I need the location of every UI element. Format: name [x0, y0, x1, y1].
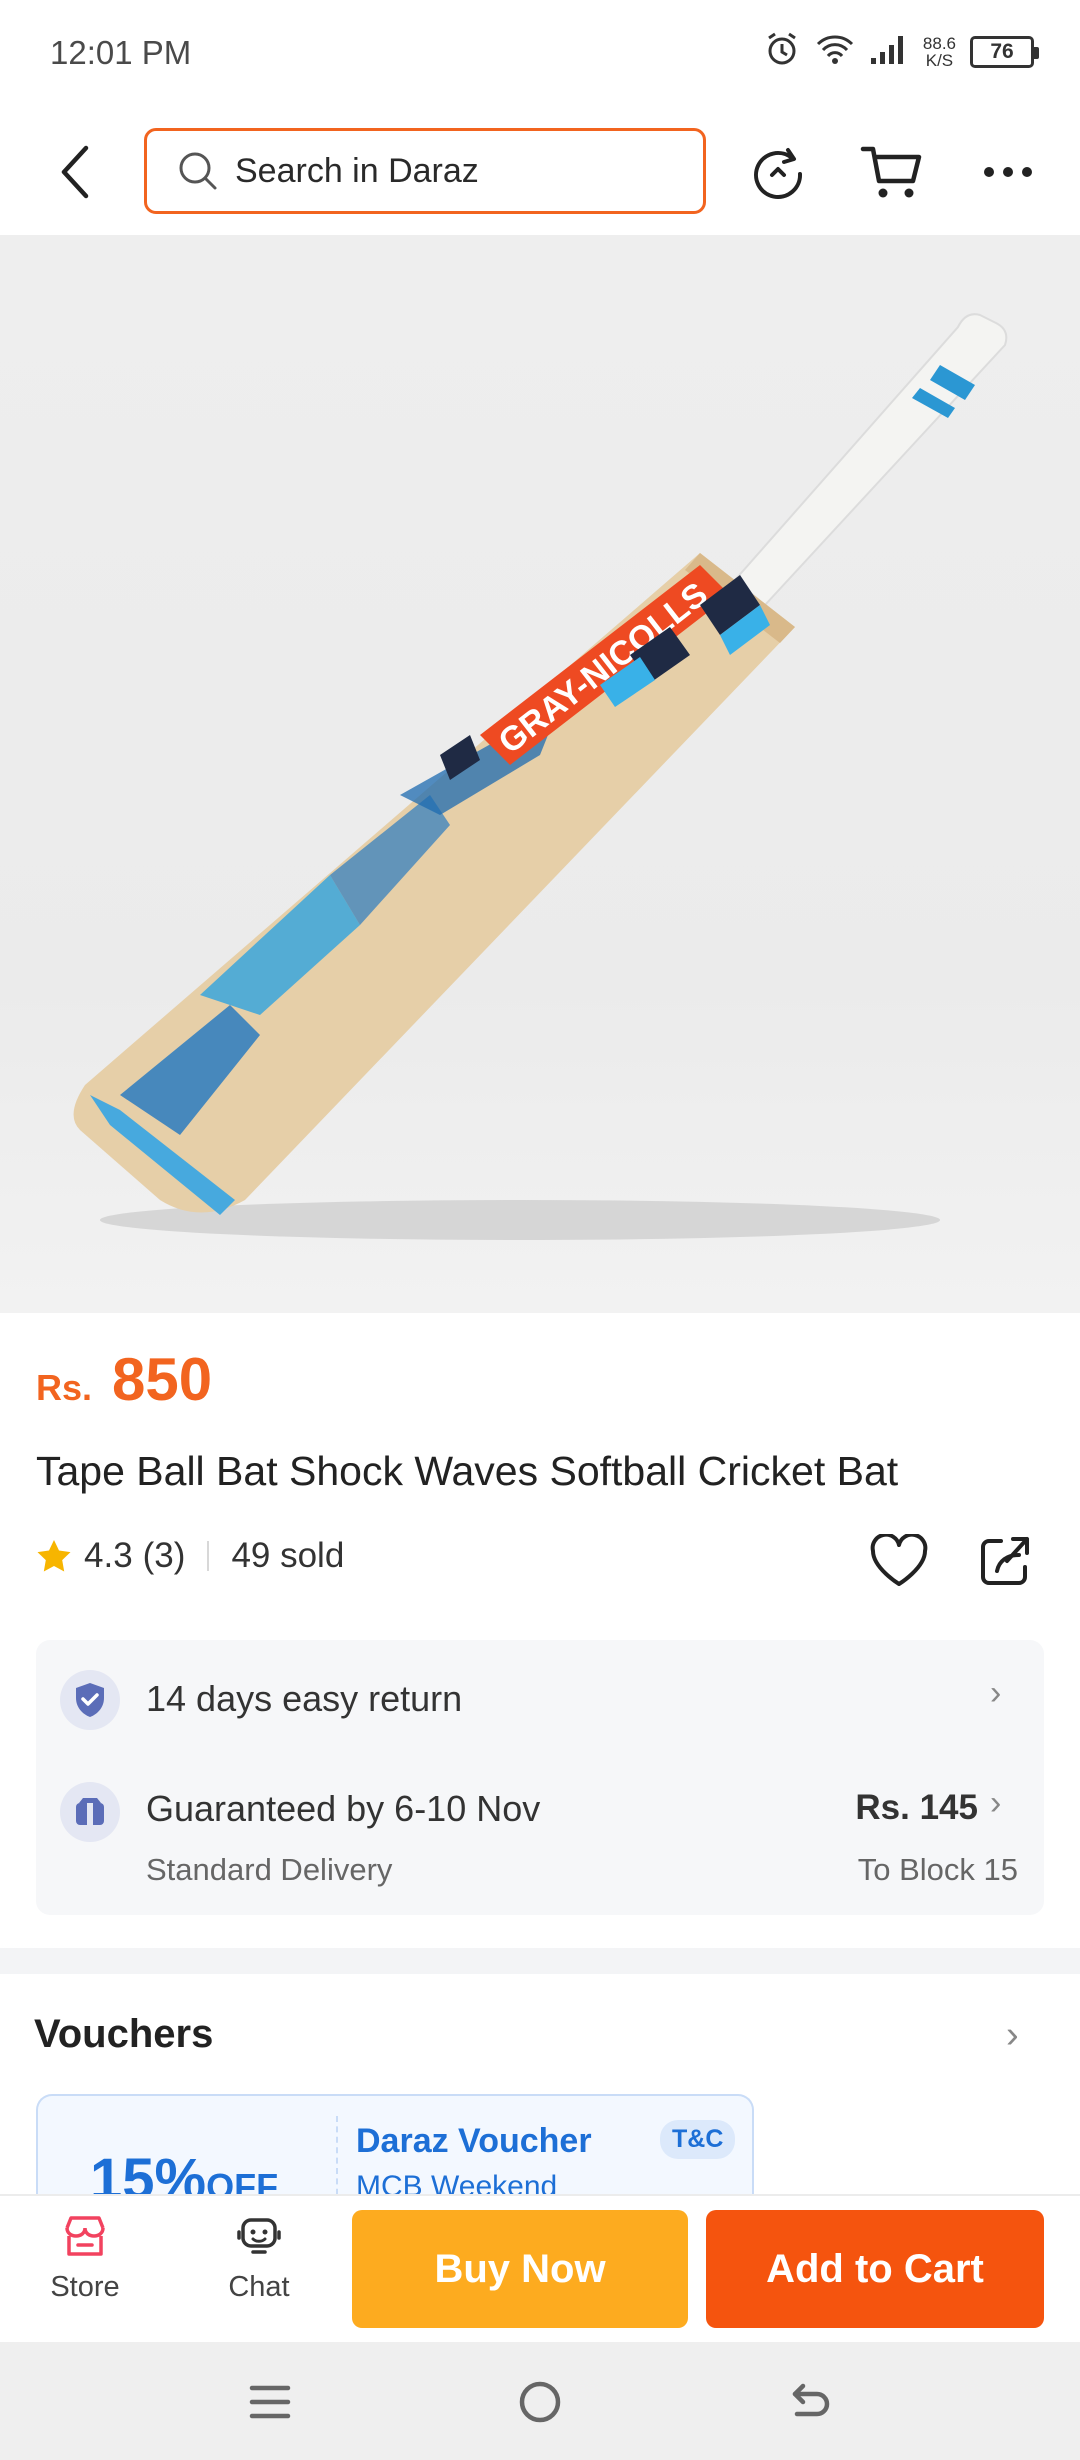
- signal-icon: [869, 32, 909, 71]
- package-icon: [60, 1782, 120, 1842]
- chevron-right-icon: ›: [990, 1674, 1002, 1712]
- rating-row[interactable]: 4.3 (3) 49 sold: [36, 1536, 344, 1576]
- back-button[interactable]: [44, 140, 104, 204]
- net-speed-value: 88.6: [922, 33, 956, 53]
- delivery-label: Guaranteed by 6-10 Nov: [146, 1788, 541, 1829]
- return-policy-label: 14 days easy return: [146, 1678, 463, 1719]
- refresh-icon: [754, 148, 803, 199]
- shield-check-icon: [60, 1670, 120, 1730]
- delivery-destination: To Block 15: [857, 1852, 1018, 1887]
- system-back-button[interactable]: [780, 2372, 840, 2432]
- return-icon: [792, 2383, 830, 2417]
- service-card: 14 days easy return › Guaranteed by 6-10…: [36, 1640, 1044, 1915]
- product-title: Tape Ball Bat Shock Waves Softball Crick…: [36, 1448, 899, 1494]
- store-icon: [65, 2216, 105, 2256]
- voucher-name: Daraz Voucher: [356, 2122, 592, 2160]
- cart-button[interactable]: [856, 136, 928, 208]
- return-policy-row[interactable]: 14 days easy return ›: [36, 1640, 1044, 1760]
- system-navigation-bar: [0, 2342, 1080, 2460]
- back-arrow-icon: [61, 145, 89, 199]
- delivery-price: Rs. 145: [855, 1788, 978, 1827]
- add-to-cart-button[interactable]: Add to Cart: [706, 2210, 1044, 2328]
- product-image[interactable]: GRAY-NICOLLS: [0, 235, 1080, 1313]
- search-input[interactable]: Search in Daraz: [144, 128, 706, 214]
- delivery-row[interactable]: Guaranteed by 6-10 Nov Standard Delivery…: [36, 1760, 1044, 1910]
- store-label: Store: [50, 2271, 120, 2303]
- net-speed: 88.6 K/S: [923, 35, 956, 69]
- wishlist-button[interactable]: [866, 1528, 932, 1594]
- menu-icon: [249, 2385, 291, 2419]
- action-bar: Store Chat Buy Now Add to Cart: [0, 2194, 1080, 2342]
- heart-icon: [870, 1534, 928, 1586]
- price: Rs. 850: [36, 1345, 212, 1414]
- more-icon: [984, 167, 1032, 177]
- wifi-icon: [815, 32, 855, 71]
- search-icon: [179, 152, 217, 190]
- delivery-type: Standard Delivery: [146, 1852, 393, 1887]
- header: Search in Daraz: [0, 110, 1080, 235]
- chevron-right-icon: ›: [990, 1784, 1002, 1822]
- status-icons: 88.6 K/S 76: [763, 30, 1039, 73]
- cricket-bat-image: GRAY-NICOLLS: [73, 313, 1008, 1240]
- price-currency: Rs.: [36, 1367, 93, 1408]
- store-tab[interactable]: Store: [20, 2214, 150, 2304]
- refresh-button[interactable]: [742, 136, 814, 208]
- home-button[interactable]: [510, 2372, 570, 2432]
- chat-label: Chat: [228, 2271, 290, 2303]
- battery-indicator: 76: [970, 35, 1039, 68]
- more-options-button[interactable]: [972, 136, 1044, 208]
- terms-badge[interactable]: T&C: [660, 2120, 736, 2159]
- sold-count: 49 sold: [231, 1536, 345, 1575]
- recent-apps-button[interactable]: [240, 2372, 300, 2432]
- cart-icon: [860, 146, 922, 198]
- home-circle-icon: [519, 2381, 561, 2423]
- section-divider: [0, 1948, 1080, 1974]
- rating-value: 4.3: [84, 1536, 133, 1575]
- alarm-icon: [763, 30, 801, 73]
- chat-tab[interactable]: Chat: [194, 2214, 324, 2304]
- chat-icon: [237, 2218, 281, 2254]
- price-value: 850: [112, 1346, 213, 1413]
- star-icon: [37, 1540, 71, 1572]
- search-placeholder: Search in Daraz: [235, 151, 479, 190]
- battery-level: 76: [990, 39, 1014, 63]
- vouchers-title: Vouchers: [34, 2012, 214, 2056]
- buy-now-button[interactable]: Buy Now: [352, 2210, 688, 2328]
- vouchers-chevron-icon[interactable]: ›: [1006, 2014, 1019, 2057]
- net-speed-unit: K/S: [925, 50, 954, 70]
- rating-count: (3): [142, 1536, 186, 1575]
- rating-divider: [207, 1541, 210, 1571]
- share-button[interactable]: [972, 1528, 1038, 1594]
- share-icon: [981, 1537, 1029, 1585]
- status-bar: 12:01 PM 88.6 K/S 76: [0, 0, 1080, 110]
- status-time: 12:01 PM: [50, 34, 192, 71]
